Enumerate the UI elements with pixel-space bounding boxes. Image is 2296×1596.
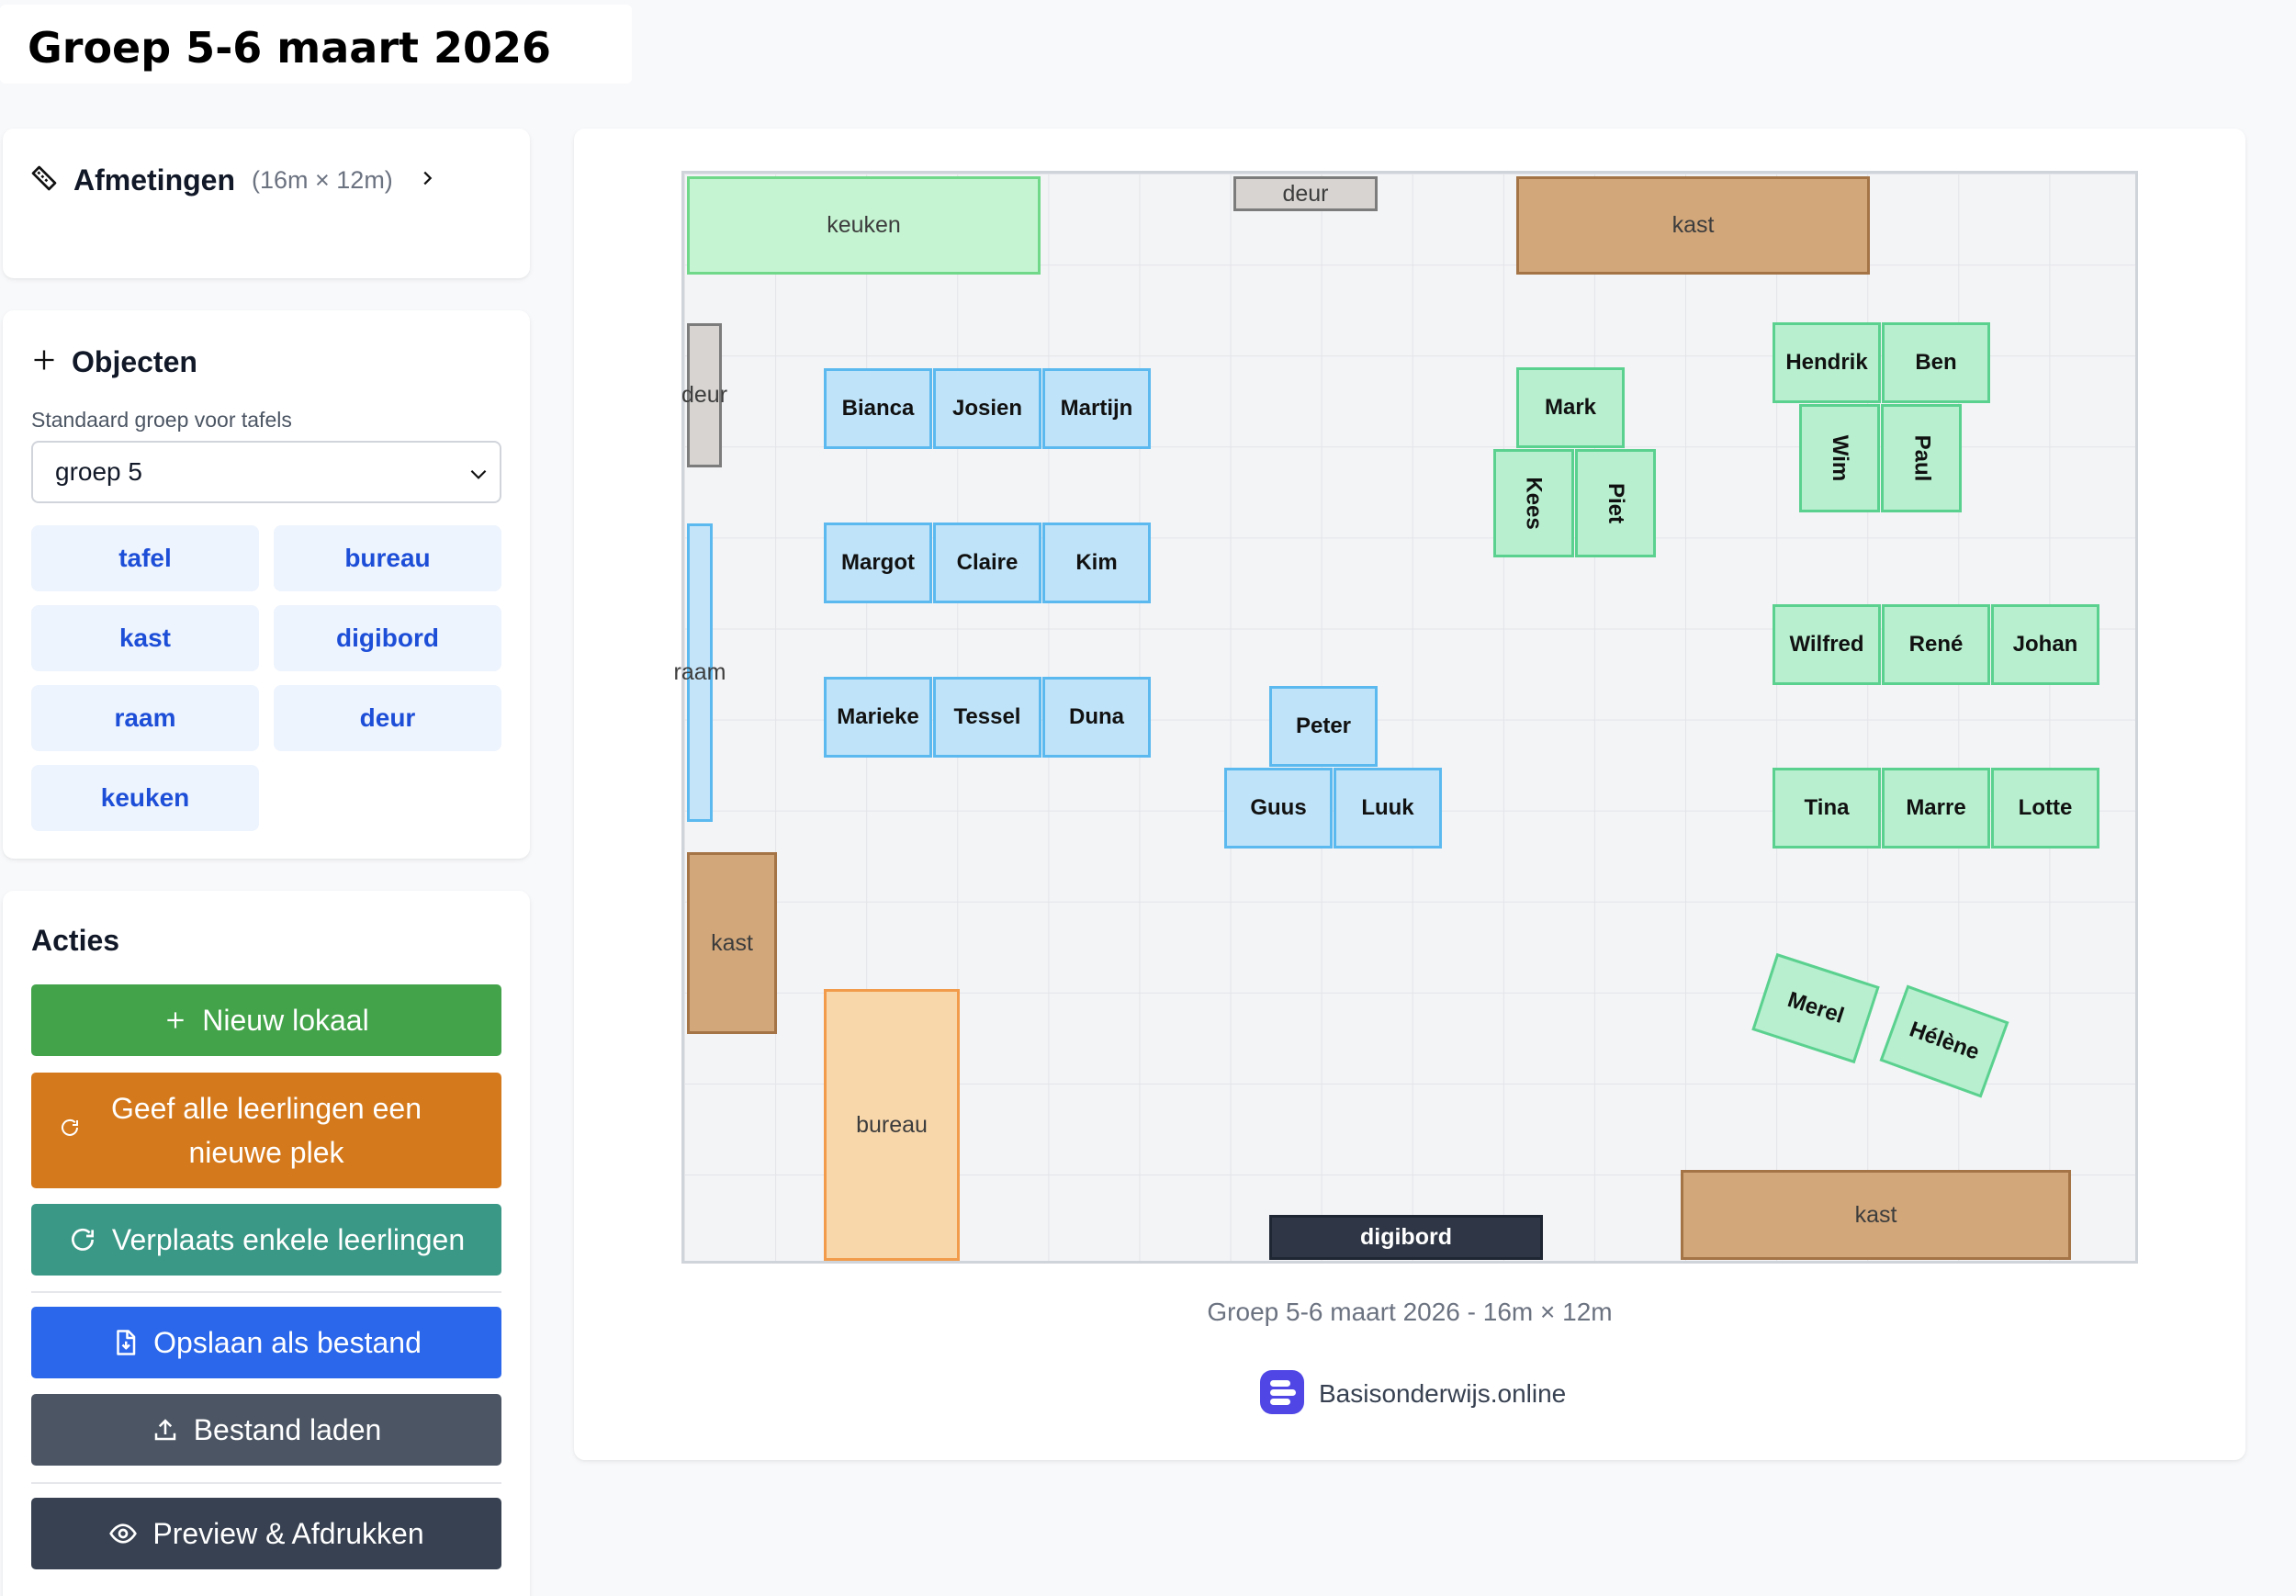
- load-file-button[interactable]: Bestand laden: [31, 1394, 501, 1466]
- student-desk[interactable]: Martijn: [1042, 368, 1151, 449]
- student-desk[interactable]: Ben: [1882, 322, 1990, 403]
- student-desk[interactable]: Kim: [1042, 523, 1151, 603]
- student-desk[interactable]: Tina: [1773, 768, 1881, 849]
- dimensions-card: [3, 129, 530, 278]
- student-desk[interactable]: Marieke: [824, 677, 932, 758]
- add-digibord-button[interactable]: digibord: [274, 605, 501, 671]
- shuffle-all-label-line1: Geef alle leerlingen een: [110, 1092, 422, 1125]
- actions-title: Acties: [31, 924, 120, 957]
- classroom-floorplan[interactable]: keuken deur kast deur raam kast bureau d…: [674, 171, 2138, 1264]
- student-desk[interactable]: Wim: [1799, 404, 1880, 512]
- load-file-label: Bestand laden: [193, 1412, 382, 1446]
- upload-icon: [152, 1416, 179, 1444]
- add-deur-button[interactable]: deur: [274, 685, 501, 751]
- dimensions-value: (16m × 12m): [252, 165, 393, 194]
- student-desk[interactable]: Marre: [1882, 768, 1990, 849]
- save-file-label: Opslaan als bestand: [153, 1325, 422, 1359]
- dimensions-label: Afmetingen: [73, 163, 235, 197]
- group-select-label: Standaard groep voor tafels: [31, 408, 292, 432]
- dimensions-toggle[interactable]: Afmetingen (16m × 12m): [29, 160, 437, 200]
- objects-title: Objecten: [72, 344, 197, 378]
- student-desk[interactable]: Paul: [1881, 404, 1962, 512]
- brand-name: Basisonderwijs.online: [1319, 1379, 1567, 1408]
- add-tafel-button[interactable]: tafel: [31, 525, 259, 591]
- student-desk[interactable]: Margot: [824, 523, 932, 603]
- file-download-icon: [111, 1329, 139, 1356]
- title-box: Groep 5-6 maart 2026: [0, 5, 632, 84]
- divider: [31, 1482, 501, 1484]
- student-name: Paul: [1909, 434, 1934, 482]
- keuken-object[interactable]: keuken: [687, 176, 1041, 275]
- shuffle-all-button[interactable]: Geef alle leerlingen een nieuwe plek: [31, 1073, 501, 1188]
- student-desk[interactable]: Peter: [1269, 686, 1378, 767]
- shuffle-all-label-line2: nieuwe plek: [188, 1136, 344, 1169]
- preview-print-label: Preview & Afdrukken: [152, 1516, 424, 1550]
- preview-print-button[interactable]: Preview & Afdrukken: [31, 1498, 501, 1569]
- refresh-icon: [59, 1117, 81, 1139]
- kast-bottom-object[interactable]: kast: [1681, 1170, 2071, 1260]
- chevron-down-icon: [467, 462, 490, 492]
- bureau-object[interactable]: bureau: [824, 989, 960, 1261]
- add-raam-button[interactable]: raam: [31, 685, 259, 751]
- plus-icon: [31, 347, 57, 377]
- page-title: Groep 5-6 maart 2026: [28, 23, 552, 73]
- plus-icon: [163, 1008, 187, 1032]
- raam-object[interactable]: raam: [674, 523, 726, 822]
- student-desk[interactable]: Mark: [1516, 367, 1625, 448]
- deur-top-object[interactable]: deur: [1233, 176, 1378, 211]
- add-kast-button[interactable]: kast: [31, 605, 259, 671]
- student-desk[interactable]: Guus: [1224, 768, 1333, 849]
- student-desk[interactable]: Claire: [933, 523, 1041, 603]
- add-keuken-button[interactable]: keuken: [31, 765, 259, 831]
- add-bureau-button[interactable]: bureau: [274, 525, 501, 591]
- new-room-label: Nieuw lokaal: [202, 1003, 369, 1037]
- save-file-button[interactable]: Opslaan als bestand: [31, 1307, 501, 1378]
- student-name: Wim: [1827, 434, 1852, 482]
- student-name: Piet: [1603, 482, 1628, 524]
- new-room-button[interactable]: Nieuw lokaal: [31, 984, 501, 1056]
- student-desk[interactable]: Lotte: [1991, 768, 2099, 849]
- kast-left-object[interactable]: kast: [687, 852, 777, 1034]
- student-desk[interactable]: Johan: [1991, 604, 2099, 685]
- move-some-label: Verplaats enkele leerlingen: [111, 1222, 466, 1256]
- student-desk[interactable]: Josien: [933, 368, 1041, 449]
- divider: [31, 1291, 501, 1293]
- student-desk[interactable]: Hélène: [1879, 984, 2009, 1098]
- student-name: Kees: [1522, 477, 1547, 530]
- floorplan-caption: Groep 5-6 maart 2026 - 16m × 12m: [1207, 1298, 1613, 1326]
- brand-logo-icon: [1258, 1368, 1306, 1421]
- student-desk[interactable]: Kees: [1493, 449, 1574, 557]
- student-desk[interactable]: Merel: [1751, 952, 1880, 1064]
- student-desk[interactable]: Tessel: [933, 677, 1041, 758]
- eye-icon: [108, 1519, 138, 1548]
- student-desk[interactable]: Hendrik: [1773, 322, 1881, 403]
- group-select[interactable]: groep 5: [31, 441, 501, 503]
- student-desk[interactable]: Wilfred: [1773, 604, 1881, 685]
- student-desk[interactable]: Piet: [1575, 449, 1656, 557]
- objects-header: Objecten: [31, 342, 197, 382]
- chevron-right-icon: [417, 168, 437, 193]
- student-desk[interactable]: René: [1882, 604, 1990, 685]
- deur-left-object[interactable]: deur: [681, 323, 727, 467]
- digibord-object[interactable]: digibord: [1269, 1215, 1543, 1260]
- kast-top-object[interactable]: kast: [1516, 176, 1870, 275]
- student-desk[interactable]: Luuk: [1334, 768, 1442, 849]
- refresh-icon: [68, 1225, 97, 1254]
- brand: Basisonderwijs.online: [1258, 1368, 1567, 1421]
- group-select-value: groep 5: [55, 457, 142, 486]
- ruler-icon: [29, 163, 59, 197]
- student-desk[interactable]: Bianca: [824, 368, 932, 449]
- student-desk[interactable]: Duna: [1042, 677, 1151, 758]
- move-some-button[interactable]: Verplaats enkele leerlingen: [31, 1204, 501, 1276]
